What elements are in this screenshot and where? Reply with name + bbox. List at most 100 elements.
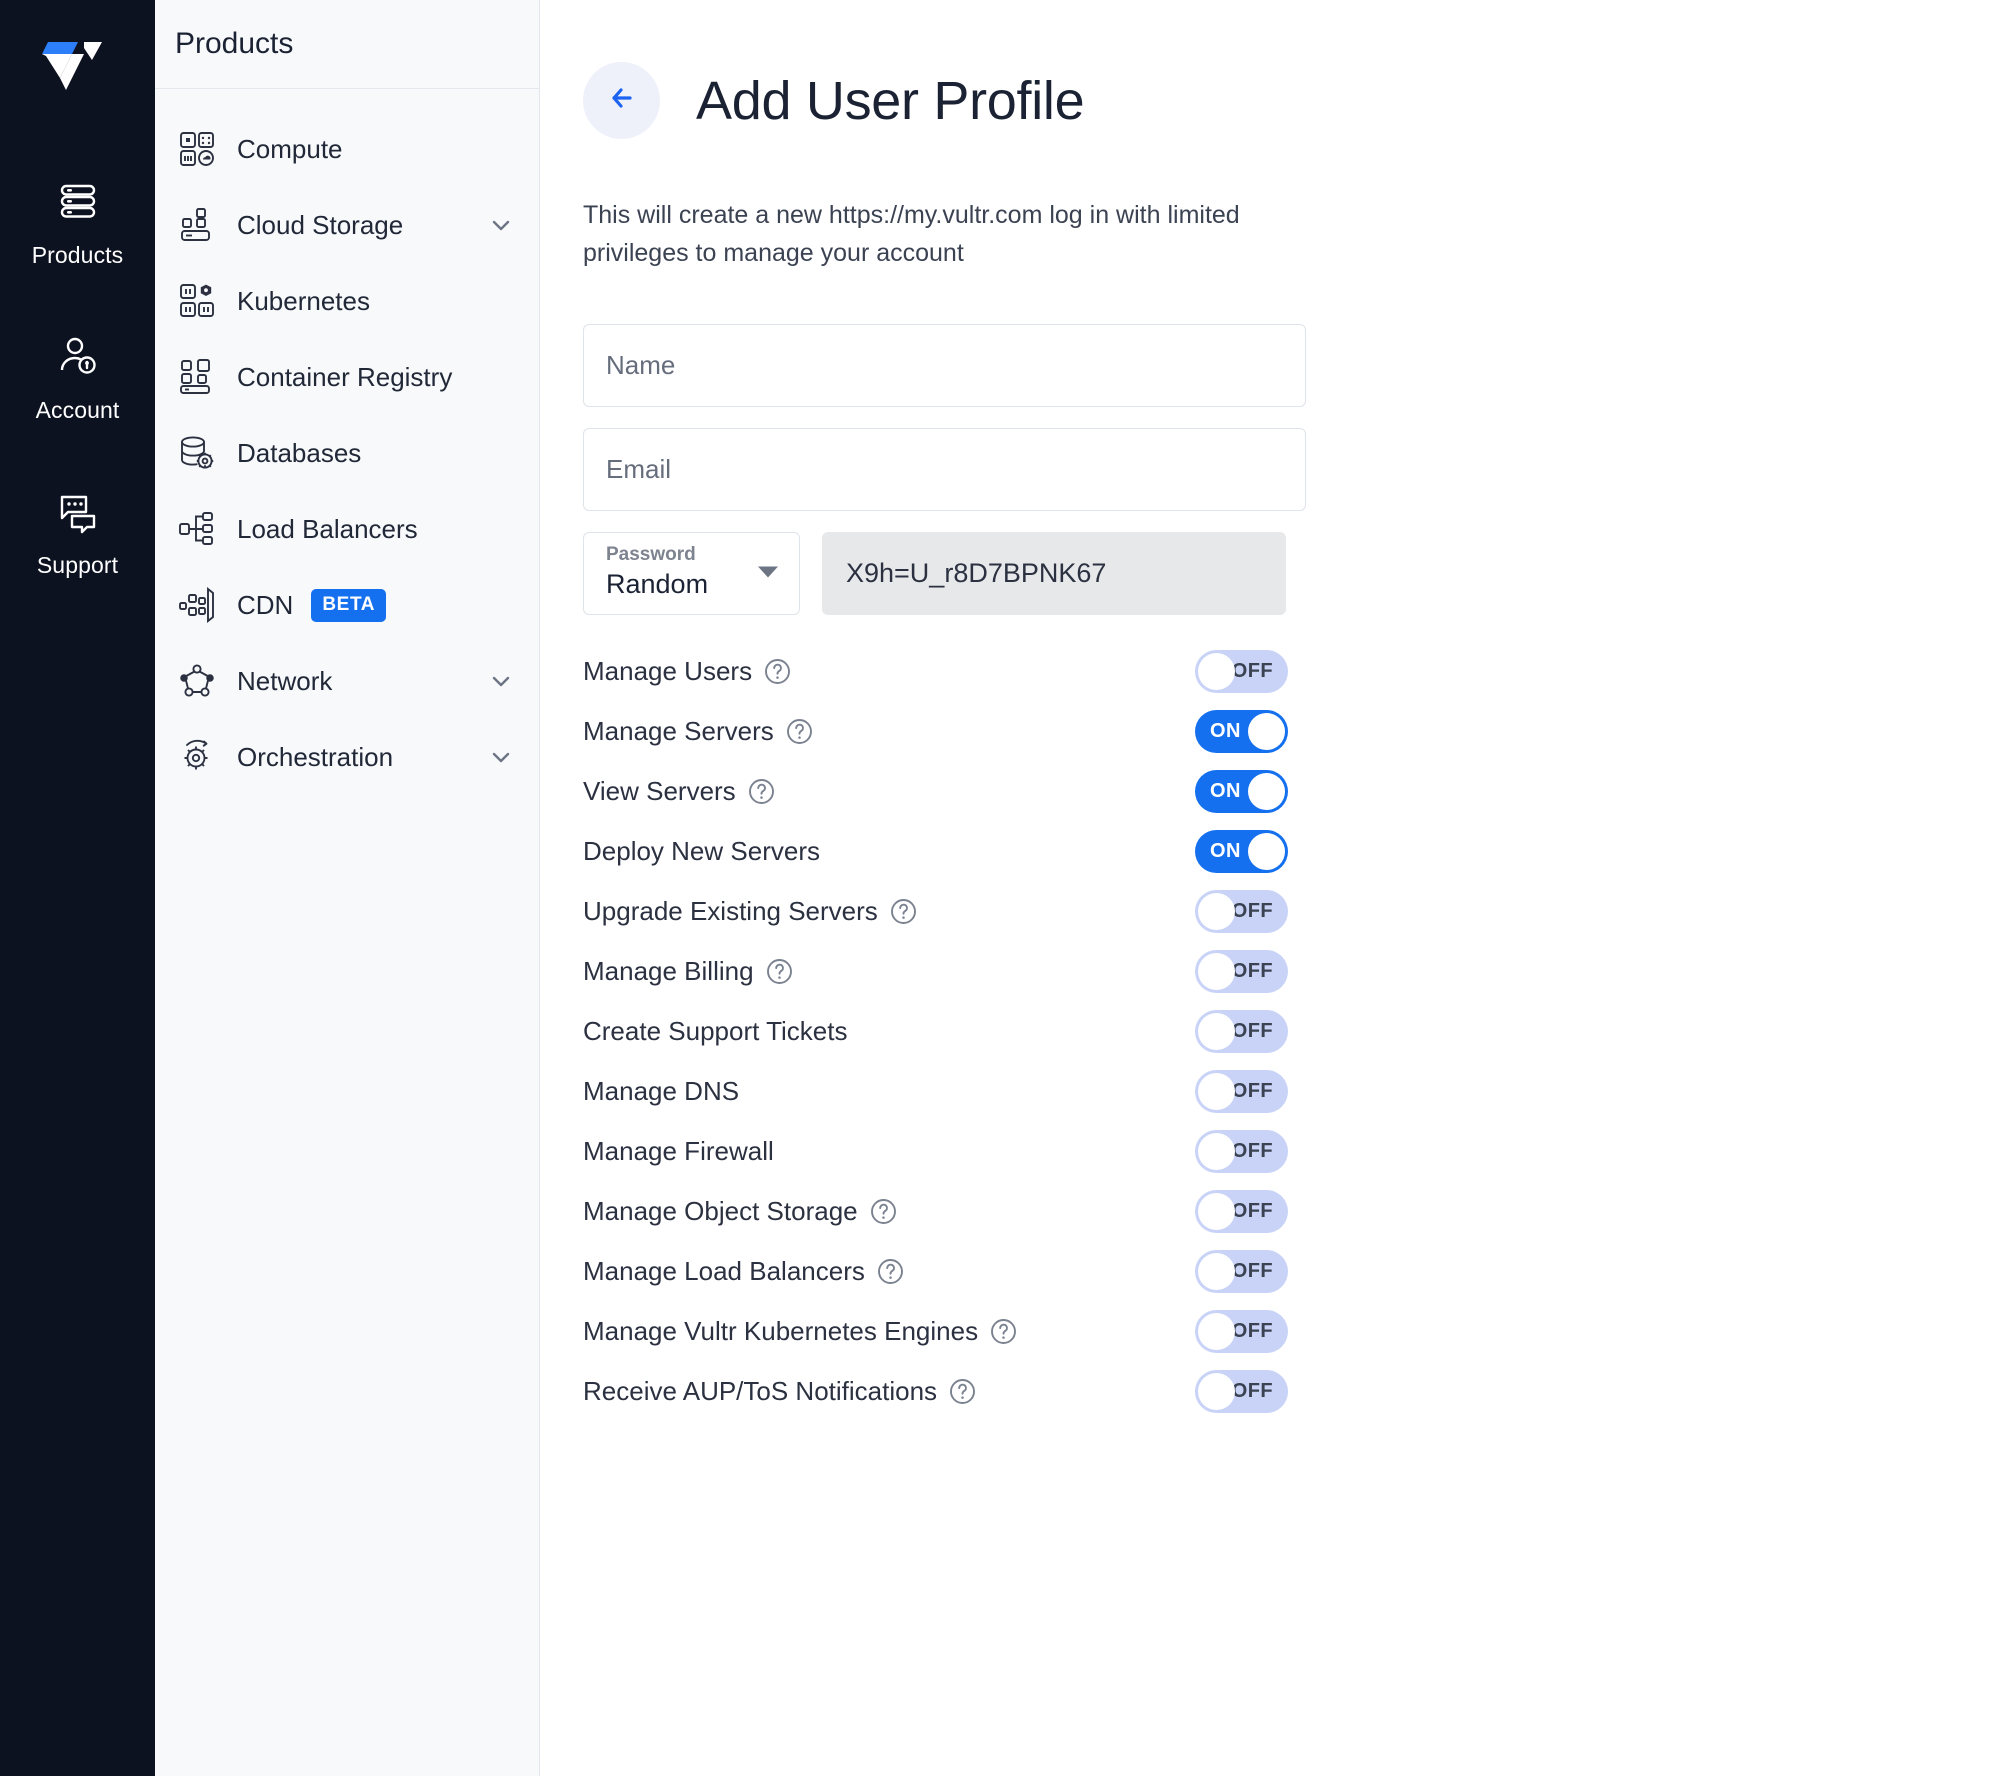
- rail-item-account[interactable]: Account: [0, 325, 155, 424]
- sidebar-item-compute[interactable]: Compute: [155, 111, 539, 187]
- toggle-knob: [1198, 892, 1235, 930]
- sidebar-item-databases[interactable]: Databases: [155, 415, 539, 491]
- permission-toggle[interactable]: OFF: [1195, 1249, 1288, 1293]
- permission-label: Receive AUP/ToS Notifications: [583, 1375, 938, 1406]
- permission-toggle[interactable]: OFF: [1195, 649, 1288, 693]
- rail-label-support: Support: [36, 552, 119, 578]
- permission-row-manage-users: Manage Users OFF: [583, 641, 1288, 701]
- sidebar-label-container-registry: Container Registry: [237, 361, 453, 392]
- permission-toggle[interactable]: OFF: [1195, 1369, 1288, 1413]
- help-icon[interactable]: [890, 898, 917, 925]
- permission-row-receive-aup-tos-notifications: Receive AUP/ToS Notifications OFF: [583, 1361, 1288, 1421]
- products-panel-header: Products: [155, 0, 539, 89]
- vultr-logo[interactable]: [38, 34, 118, 106]
- toggle-state-label: OFF: [1231, 1259, 1273, 1282]
- permission-row-view-servers: View Servers ON: [583, 761, 1288, 821]
- permission-toggle[interactable]: OFF: [1195, 889, 1288, 933]
- toggle-state-label: OFF: [1231, 1079, 1273, 1102]
- permission-toggle[interactable]: OFF: [1195, 1069, 1288, 1113]
- chevron-down-icon[interactable]: [757, 564, 779, 583]
- chevron-down-icon[interactable]: [487, 743, 515, 771]
- cloud-storage-icon: [175, 203, 219, 247]
- name-field[interactable]: Name: [583, 324, 1306, 407]
- permission-toggle[interactable]: OFF: [1195, 1309, 1288, 1353]
- toggle-knob: [1198, 1252, 1235, 1290]
- toggle-state-label: OFF: [1231, 1379, 1273, 1402]
- sidebar-item-cdn[interactable]: CDN BETA: [155, 567, 539, 643]
- help-icon[interactable]: [786, 718, 813, 745]
- permission-row-manage-servers: Manage Servers ON: [583, 701, 1288, 761]
- orchestration-icon: [175, 735, 219, 779]
- sidebar-label-network: Network: [237, 665, 333, 696]
- help-icon[interactable]: [764, 658, 791, 685]
- toggle-state-label: ON: [1210, 839, 1241, 862]
- permission-label: Manage Load Balancers: [583, 1255, 865, 1286]
- sidebar-label-load-balancers: Load Balancers: [237, 513, 418, 544]
- permission-toggle[interactable]: OFF: [1195, 1189, 1288, 1233]
- help-icon[interactable]: [748, 778, 775, 805]
- permission-toggle[interactable]: ON: [1195, 769, 1288, 813]
- toggle-knob: [1198, 952, 1235, 990]
- generated-password-field[interactable]: X9h=U_r8D7BPNK67: [822, 532, 1286, 615]
- toggle-state-label: OFF: [1231, 659, 1273, 682]
- password-mode-select[interactable]: Password Random: [583, 532, 800, 615]
- permission-toggle[interactable]: OFF: [1195, 1129, 1288, 1173]
- email-field[interactable]: Email: [583, 428, 1306, 511]
- sidebar-label-cdn: CDN: [237, 589, 294, 620]
- permission-toggle[interactable]: OFF: [1195, 949, 1288, 993]
- sidebar-item-network[interactable]: Network: [155, 643, 539, 719]
- permission-label: Manage Firewall: [583, 1135, 774, 1166]
- app-root: Products Account Support Products Comput…: [0, 0, 1996, 1776]
- toggle-state-label: OFF: [1231, 1319, 1273, 1342]
- permission-label: Manage DNS: [583, 1075, 740, 1106]
- sidebar-item-container-registry[interactable]: Container Registry: [155, 339, 539, 415]
- chevron-down-icon[interactable]: [487, 211, 515, 239]
- products-panel: Products Compute Cloud Storage Kubernete…: [155, 0, 540, 1776]
- toggle-state-label: OFF: [1231, 1019, 1273, 1042]
- sidebar-item-load-balancers[interactable]: Load Balancers: [155, 491, 539, 567]
- password-row: Password Random X9h=U_r8D7BPNK67: [583, 532, 1306, 615]
- container-registry-icon: [175, 355, 219, 399]
- servers-icon: [47, 170, 109, 232]
- page-title: Add User Profile: [696, 70, 1085, 131]
- sidebar-item-kubernetes[interactable]: Kubernetes: [155, 263, 539, 339]
- user-profile-form: Name Email Password Random X9h=U_r8D7BPN…: [583, 324, 1306, 615]
- primary-nav-rail: Products Account Support: [0, 0, 155, 1776]
- permission-row-manage-load-balancers: Manage Load Balancers OFF: [583, 1241, 1288, 1301]
- help-icon[interactable]: [766, 958, 793, 985]
- sidebar-label-compute: Compute: [237, 133, 343, 164]
- chevron-down-icon[interactable]: [487, 667, 515, 695]
- name-field-placeholder: Name: [606, 350, 676, 380]
- toggle-knob: [1248, 772, 1285, 810]
- rail-item-products[interactable]: Products: [0, 170, 155, 269]
- rail-label-products: Products: [31, 242, 124, 268]
- permission-row-manage-vultr-kubernetes-engines: Manage Vultr Kubernetes Engines OFF: [583, 1301, 1288, 1361]
- main-content: Add User Profile This will create a new …: [540, 0, 1996, 1776]
- help-icon[interactable]: [949, 1378, 976, 1405]
- badge-beta: BETA: [311, 588, 387, 622]
- permission-row-create-support-tickets: Create Support Tickets OFF: [583, 1001, 1288, 1061]
- rail-item-support[interactable]: Support: [0, 480, 155, 579]
- help-icon[interactable]: [990, 1318, 1017, 1345]
- sidebar-item-orchestration[interactable]: Orchestration: [155, 719, 539, 795]
- permission-label: Manage Vultr Kubernetes Engines: [583, 1315, 979, 1346]
- toggle-state-label: OFF: [1231, 1199, 1273, 1222]
- permission-toggle[interactable]: ON: [1195, 829, 1288, 873]
- chat-bubbles-icon: [47, 480, 109, 542]
- toggle-knob: [1198, 1132, 1235, 1170]
- permission-toggle[interactable]: OFF: [1195, 1009, 1288, 1053]
- permission-label: Create Support Tickets: [583, 1015, 848, 1046]
- permission-toggle[interactable]: ON: [1195, 709, 1288, 753]
- kubernetes-icon: [175, 279, 219, 323]
- back-button[interactable]: [583, 62, 660, 139]
- sidebar-item-cloud-storage[interactable]: Cloud Storage: [155, 187, 539, 263]
- toggle-knob: [1198, 1072, 1235, 1110]
- permission-row-manage-firewall: Manage Firewall OFF: [583, 1121, 1288, 1181]
- help-icon[interactable]: [870, 1198, 897, 1225]
- toggle-knob: [1198, 1372, 1235, 1410]
- user-key-icon: [47, 325, 109, 387]
- toggle-knob: [1248, 712, 1285, 750]
- help-icon[interactable]: [877, 1258, 904, 1285]
- toggle-knob: [1198, 1312, 1235, 1350]
- permission-label: Manage Billing: [583, 955, 754, 986]
